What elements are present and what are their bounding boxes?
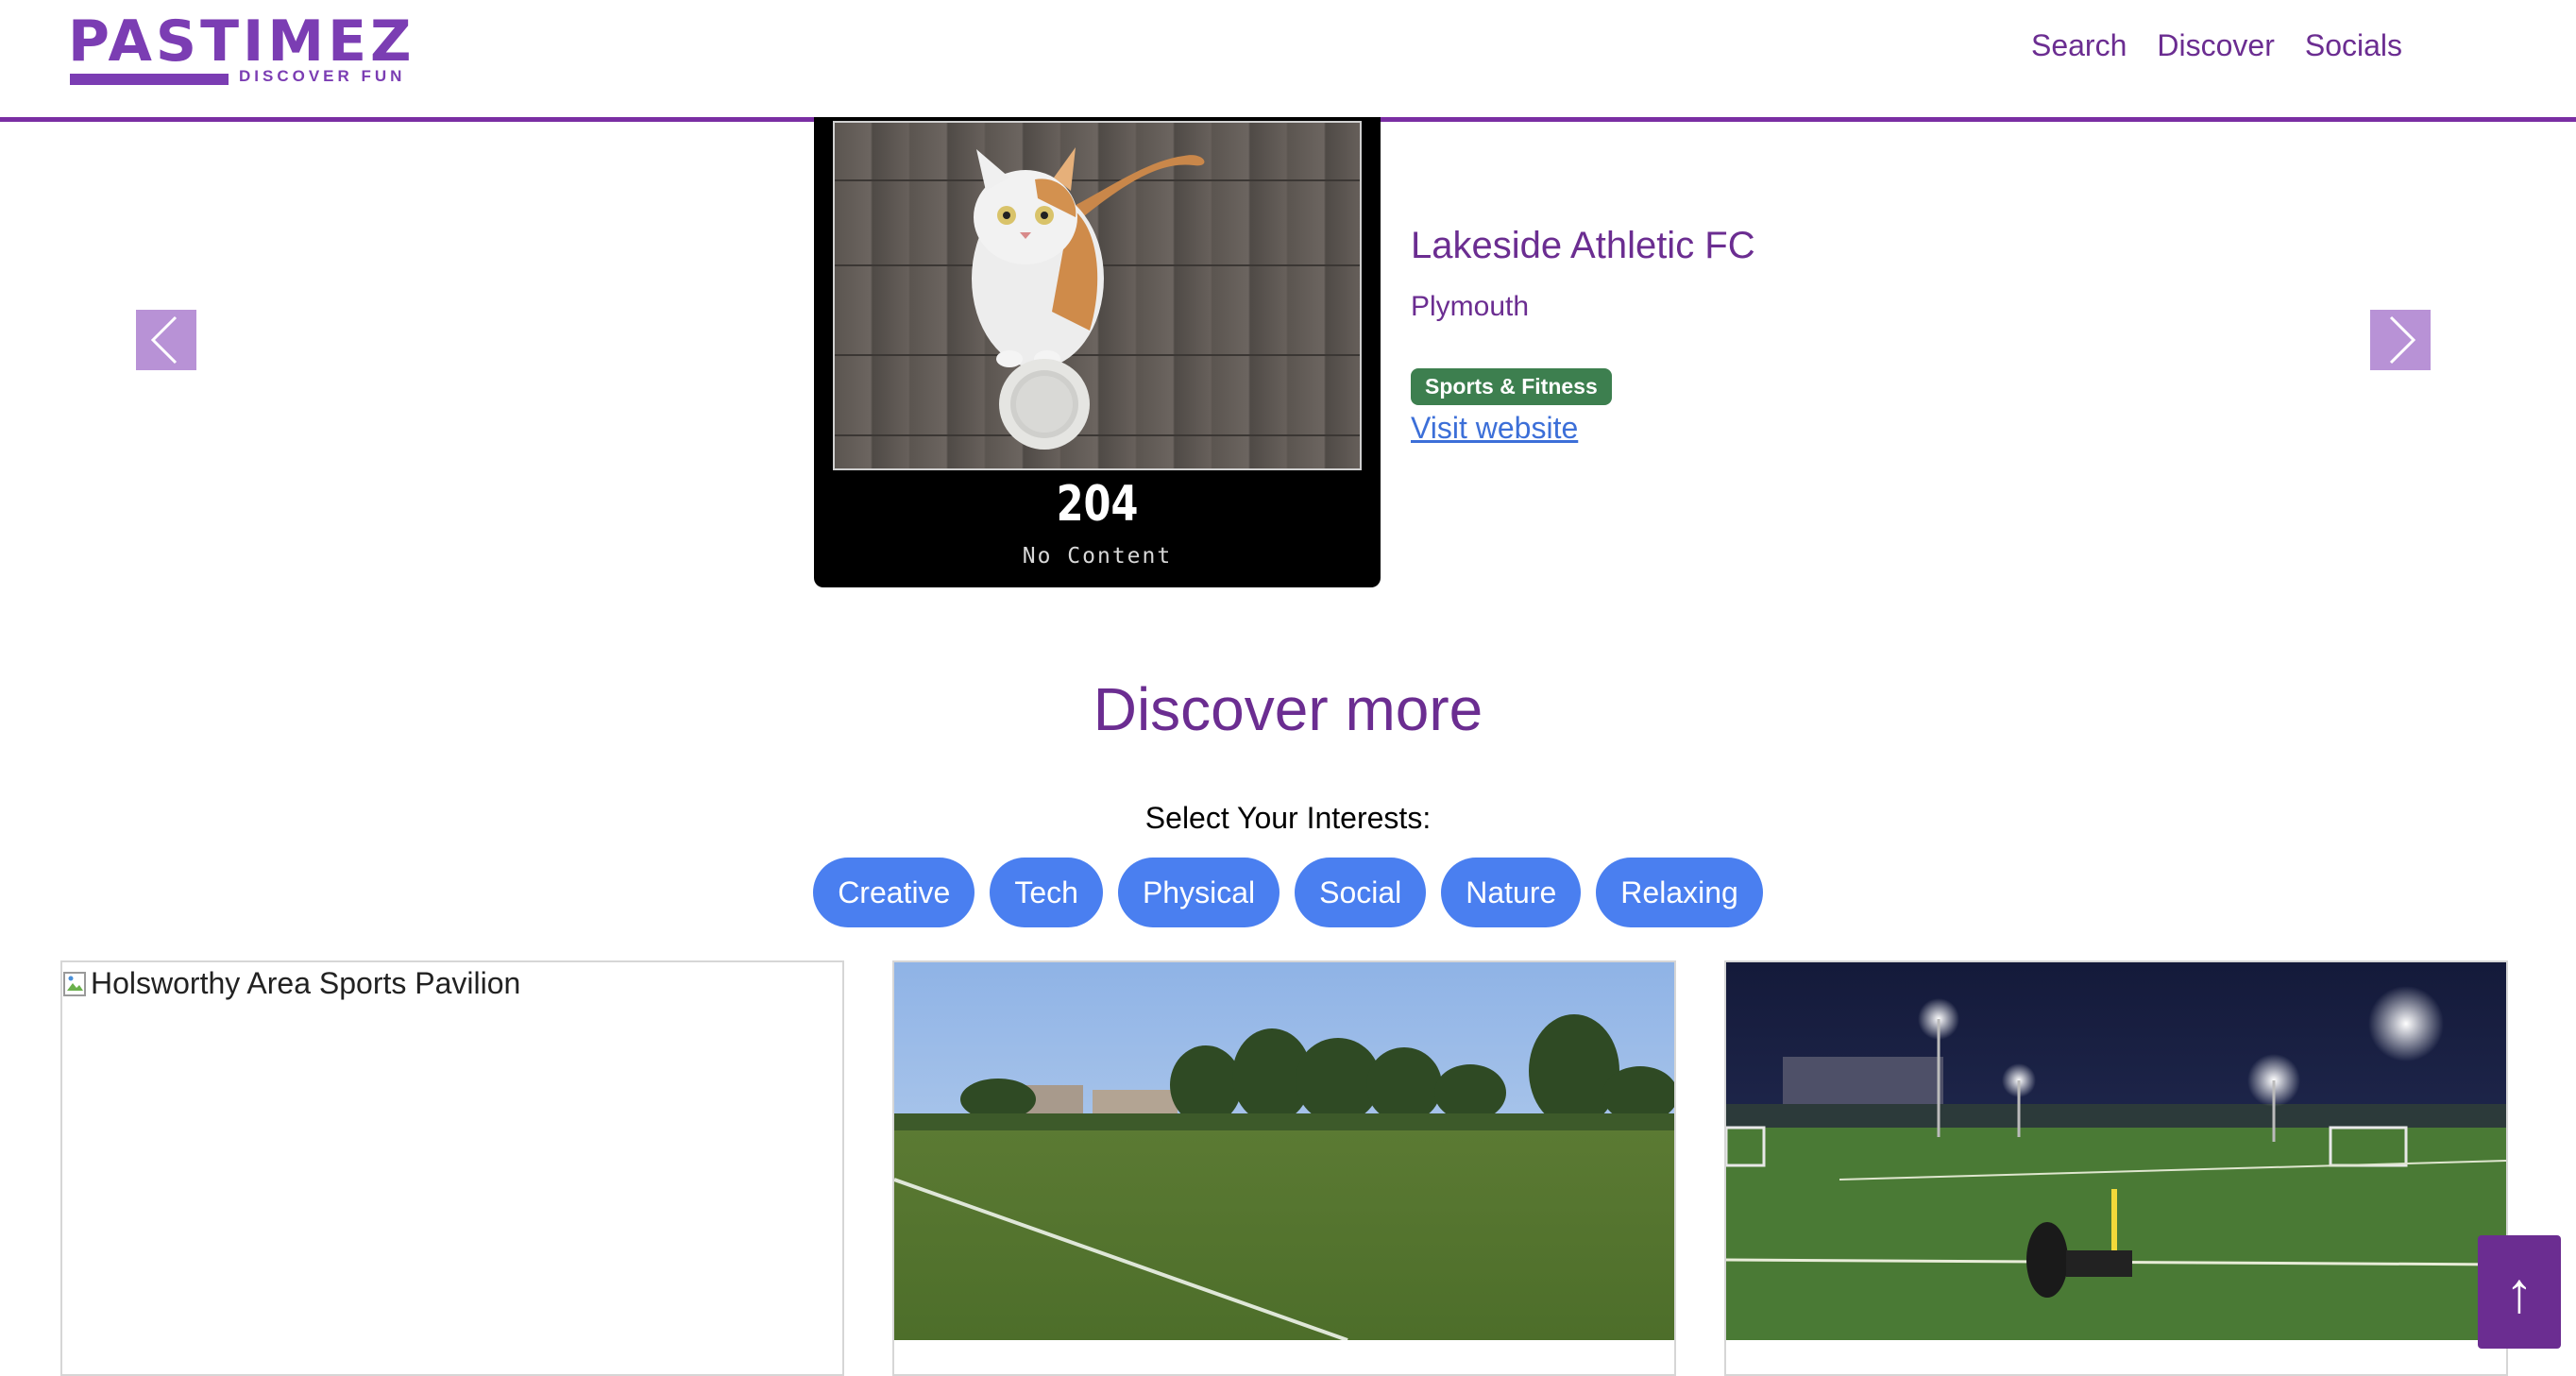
featured-title: Lakeside Athletic FC <box>1411 225 1755 266</box>
status-message: No Content <box>1022 544 1173 569</box>
interests-label: Select Your Interests: <box>1144 801 1432 835</box>
interest-chip-physical[interactable]: Physical <box>1117 858 1280 927</box>
pitch-photo <box>894 962 1674 1340</box>
site-header: PASTIMEZ DISCOVER FUN Search Discover So… <box>0 0 2576 122</box>
interest-chip-relaxing[interactable]: Relaxing <box>1596 858 1763 927</box>
status-code: 204 <box>1056 476 1139 533</box>
result-card[interactable] <box>1724 960 2508 1376</box>
section-title: Discover more <box>1093 675 1483 743</box>
chevron-left-icon <box>150 315 178 365</box>
back-to-top-button[interactable]: ↑ <box>2478 1235 2561 1349</box>
broken-image: Holsworthy Area Sports Pavilion <box>62 966 520 1001</box>
featured-location: Plymouth <box>1411 291 1530 322</box>
cat-illustration <box>972 147 1205 450</box>
main-nav: Search Discover Socials <box>2031 28 2402 63</box>
result-card[interactable] <box>892 960 1676 1376</box>
carousel-next-button[interactable] <box>2370 310 2431 370</box>
result-card[interactable]: Holsworthy Area Sports Pavilion <box>60 960 844 1376</box>
arrow-up-icon: ↑ <box>2505 1260 2534 1324</box>
nav-search-link[interactable]: Search <box>2031 28 2127 63</box>
interest-chip-creative[interactable]: Creative <box>813 858 975 927</box>
broken-image-icon <box>62 970 89 998</box>
chevron-right-icon <box>2389 315 2416 365</box>
logo-underline <box>70 74 229 85</box>
interest-chip-tech[interactable]: Tech <box>990 858 1103 927</box>
interest-chip-nature[interactable]: Nature <box>1441 858 1582 927</box>
logo-wordmark: PASTIMEZ <box>68 8 415 75</box>
nav-discover-link[interactable]: Discover <box>2157 28 2274 63</box>
image-alt-text: Holsworthy Area Sports Pavilion <box>91 966 521 1000</box>
interest-filters: Creative Tech Physical Social Nature Rel… <box>0 858 2576 927</box>
featured-image: 204 No Content <box>814 117 1381 587</box>
carousel-prev-button[interactable] <box>136 310 196 370</box>
visit-website-link[interactable]: Visit website <box>1411 411 1578 446</box>
nav-socials-link[interactable]: Socials <box>2305 28 2402 63</box>
category-badge: Sports & Fitness <box>1411 368 1612 405</box>
interest-chip-social[interactable]: Social <box>1295 858 1427 927</box>
logo-tagline: DISCOVER FUN <box>239 67 406 85</box>
floodlit-pitch-photo <box>1726 962 2506 1340</box>
site-logo[interactable]: PASTIMEZ DISCOVER FUN <box>66 8 463 93</box>
cat-photo <box>833 121 1362 470</box>
